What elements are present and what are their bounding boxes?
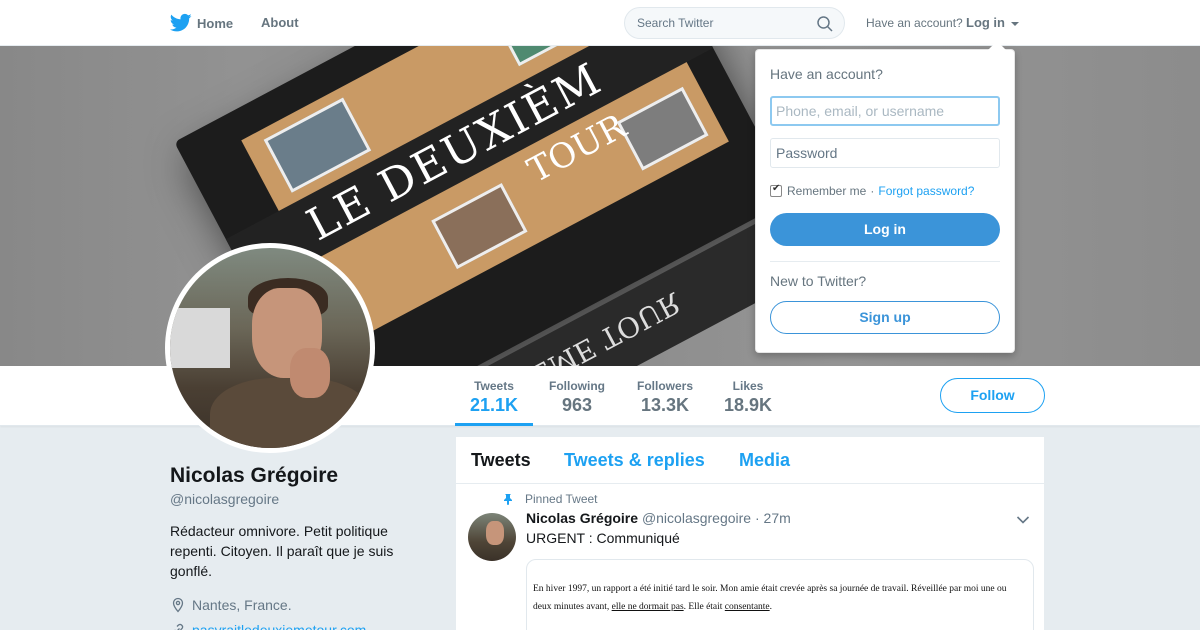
password-field[interactable]: Password (770, 138, 1000, 168)
tweet-author-handle[interactable]: @nicolasgregoire (642, 510, 751, 526)
stat-followers[interactable]: Followers 13.3K (629, 366, 701, 426)
new-to-twitter-text: New to Twitter? (770, 273, 867, 289)
have-account-text: Have an account? (866, 16, 963, 30)
nav-about-link[interactable]: About (261, 0, 299, 46)
stat-label: Followers (636, 379, 693, 393)
stat-label: Following (549, 379, 605, 393)
twitter-bird-icon (170, 13, 192, 32)
card-text-segment: . (769, 602, 773, 612)
tweet-avatar[interactable] (468, 513, 516, 561)
nav-home-link[interactable]: Home (170, 0, 233, 46)
profile-avatar[interactable] (165, 243, 375, 453)
tweet-timestamp[interactable]: · 27m (755, 510, 791, 526)
card-underlined-text: consentante (724, 602, 770, 612)
profile-website-link[interactable]: pasvraitledeuxiemetour.com (170, 621, 366, 630)
avatar-image (170, 248, 370, 448)
timeline-tabs: Tweets Tweets & replies Media (456, 437, 1044, 484)
login-button[interactable]: Log in (770, 213, 1000, 246)
card-underlined-text: elle ne dormait pas (611, 602, 684, 612)
profile-location-text: Nantes, France. (192, 597, 292, 613)
stat-likes[interactable]: Likes 18.9K (718, 366, 778, 426)
tab-media[interactable]: Media (739, 437, 790, 484)
login-link-label: Log in (966, 15, 1005, 30)
pin-icon (504, 494, 512, 505)
login-dropdown-toggle[interactable]: Log in (966, 0, 1019, 46)
stat-value: 18.9K (723, 395, 773, 415)
tweet-author-name[interactable]: Nicolas Grégoire (526, 510, 638, 526)
tweet-media-card[interactable]: En hiver 1997, un rapport a été initié t… (526, 559, 1034, 630)
profile-location: Nantes, France. (170, 596, 292, 614)
top-navigation-bar: Home About Search Twitter Have an accoun… (0, 0, 1200, 46)
stat-tweets[interactable]: Tweets 21.1K (455, 366, 533, 426)
tab-tweets-and-replies[interactable]: Tweets & replies (564, 437, 705, 484)
profile-bio: Rédacteur omnivore. Petit politique repe… (170, 523, 394, 579)
nav-home-label: Home (197, 15, 234, 31)
stat-value: 21.1K (469, 395, 519, 415)
caret-down-icon (1010, 21, 1019, 26)
stat-value: 963 (561, 395, 593, 415)
search-input[interactable]: Search Twitter (624, 7, 845, 39)
tweet-header: Nicolas Grégoire @nicolasgregoire · 27m (526, 510, 791, 526)
tweet-text: URGENT : Communiqué (526, 530, 680, 546)
avatar-background-bus (170, 308, 230, 368)
avatar-hand (290, 348, 330, 398)
location-pin-icon (172, 597, 184, 613)
profile-website-text: pasvraitledeuxiemetour.com (192, 622, 367, 630)
remember-me-checkbox[interactable] (770, 183, 782, 197)
username-field[interactable]: Phone, email, or username (770, 96, 1000, 126)
remember-separator: · (870, 184, 875, 198)
stat-label: Likes (732, 379, 764, 393)
login-dropdown: Have an account? Phone, email, or userna… (755, 41, 1015, 353)
search-icon[interactable] (816, 15, 834, 33)
tweet-card-line: En hiver 1997, un rapport a été initié t… (533, 584, 1007, 594)
card-text-segment: . Elle était (683, 602, 725, 612)
chevron-down-icon[interactable] (1016, 515, 1030, 525)
stat-label: Tweets (474, 379, 514, 393)
tweet-avatar-face (486, 521, 504, 545)
pinned-text: Pinned Tweet (525, 492, 598, 506)
search-placeholder: Search Twitter (637, 16, 714, 30)
tab-tweets[interactable]: Tweets (471, 437, 531, 484)
dropdown-arrow (988, 41, 1006, 50)
tweet-card-line: deux minutes avant, elle ne dormait pas.… (533, 598, 1027, 616)
forgot-password-link[interactable]: Forgot password? (878, 184, 974, 198)
signup-button[interactable]: Sign up (770, 301, 1000, 334)
remember-me-label[interactable]: Remember me (787, 184, 866, 198)
pinned-tweet-label: Pinned Tweet (502, 492, 598, 506)
profile-name[interactable]: Nicolas Grégoire (170, 464, 338, 488)
avatar-coat (210, 378, 370, 448)
dropdown-divider (770, 261, 1000, 262)
card-text-segment: deux minutes avant, (533, 602, 612, 612)
stat-following[interactable]: Following 963 (543, 366, 611, 426)
follow-button[interactable]: Follow (940, 378, 1045, 413)
login-dropdown-question: Have an account? (770, 66, 883, 82)
link-icon (174, 623, 184, 630)
timeline: Tweets Tweets & replies Media Pinned Twe… (456, 437, 1044, 630)
profile-handle[interactable]: @nicolasgregoire (170, 491, 279, 507)
remember-me-row: Remember me · Forgot password? (770, 183, 974, 198)
stat-value: 13.3K (640, 395, 690, 415)
